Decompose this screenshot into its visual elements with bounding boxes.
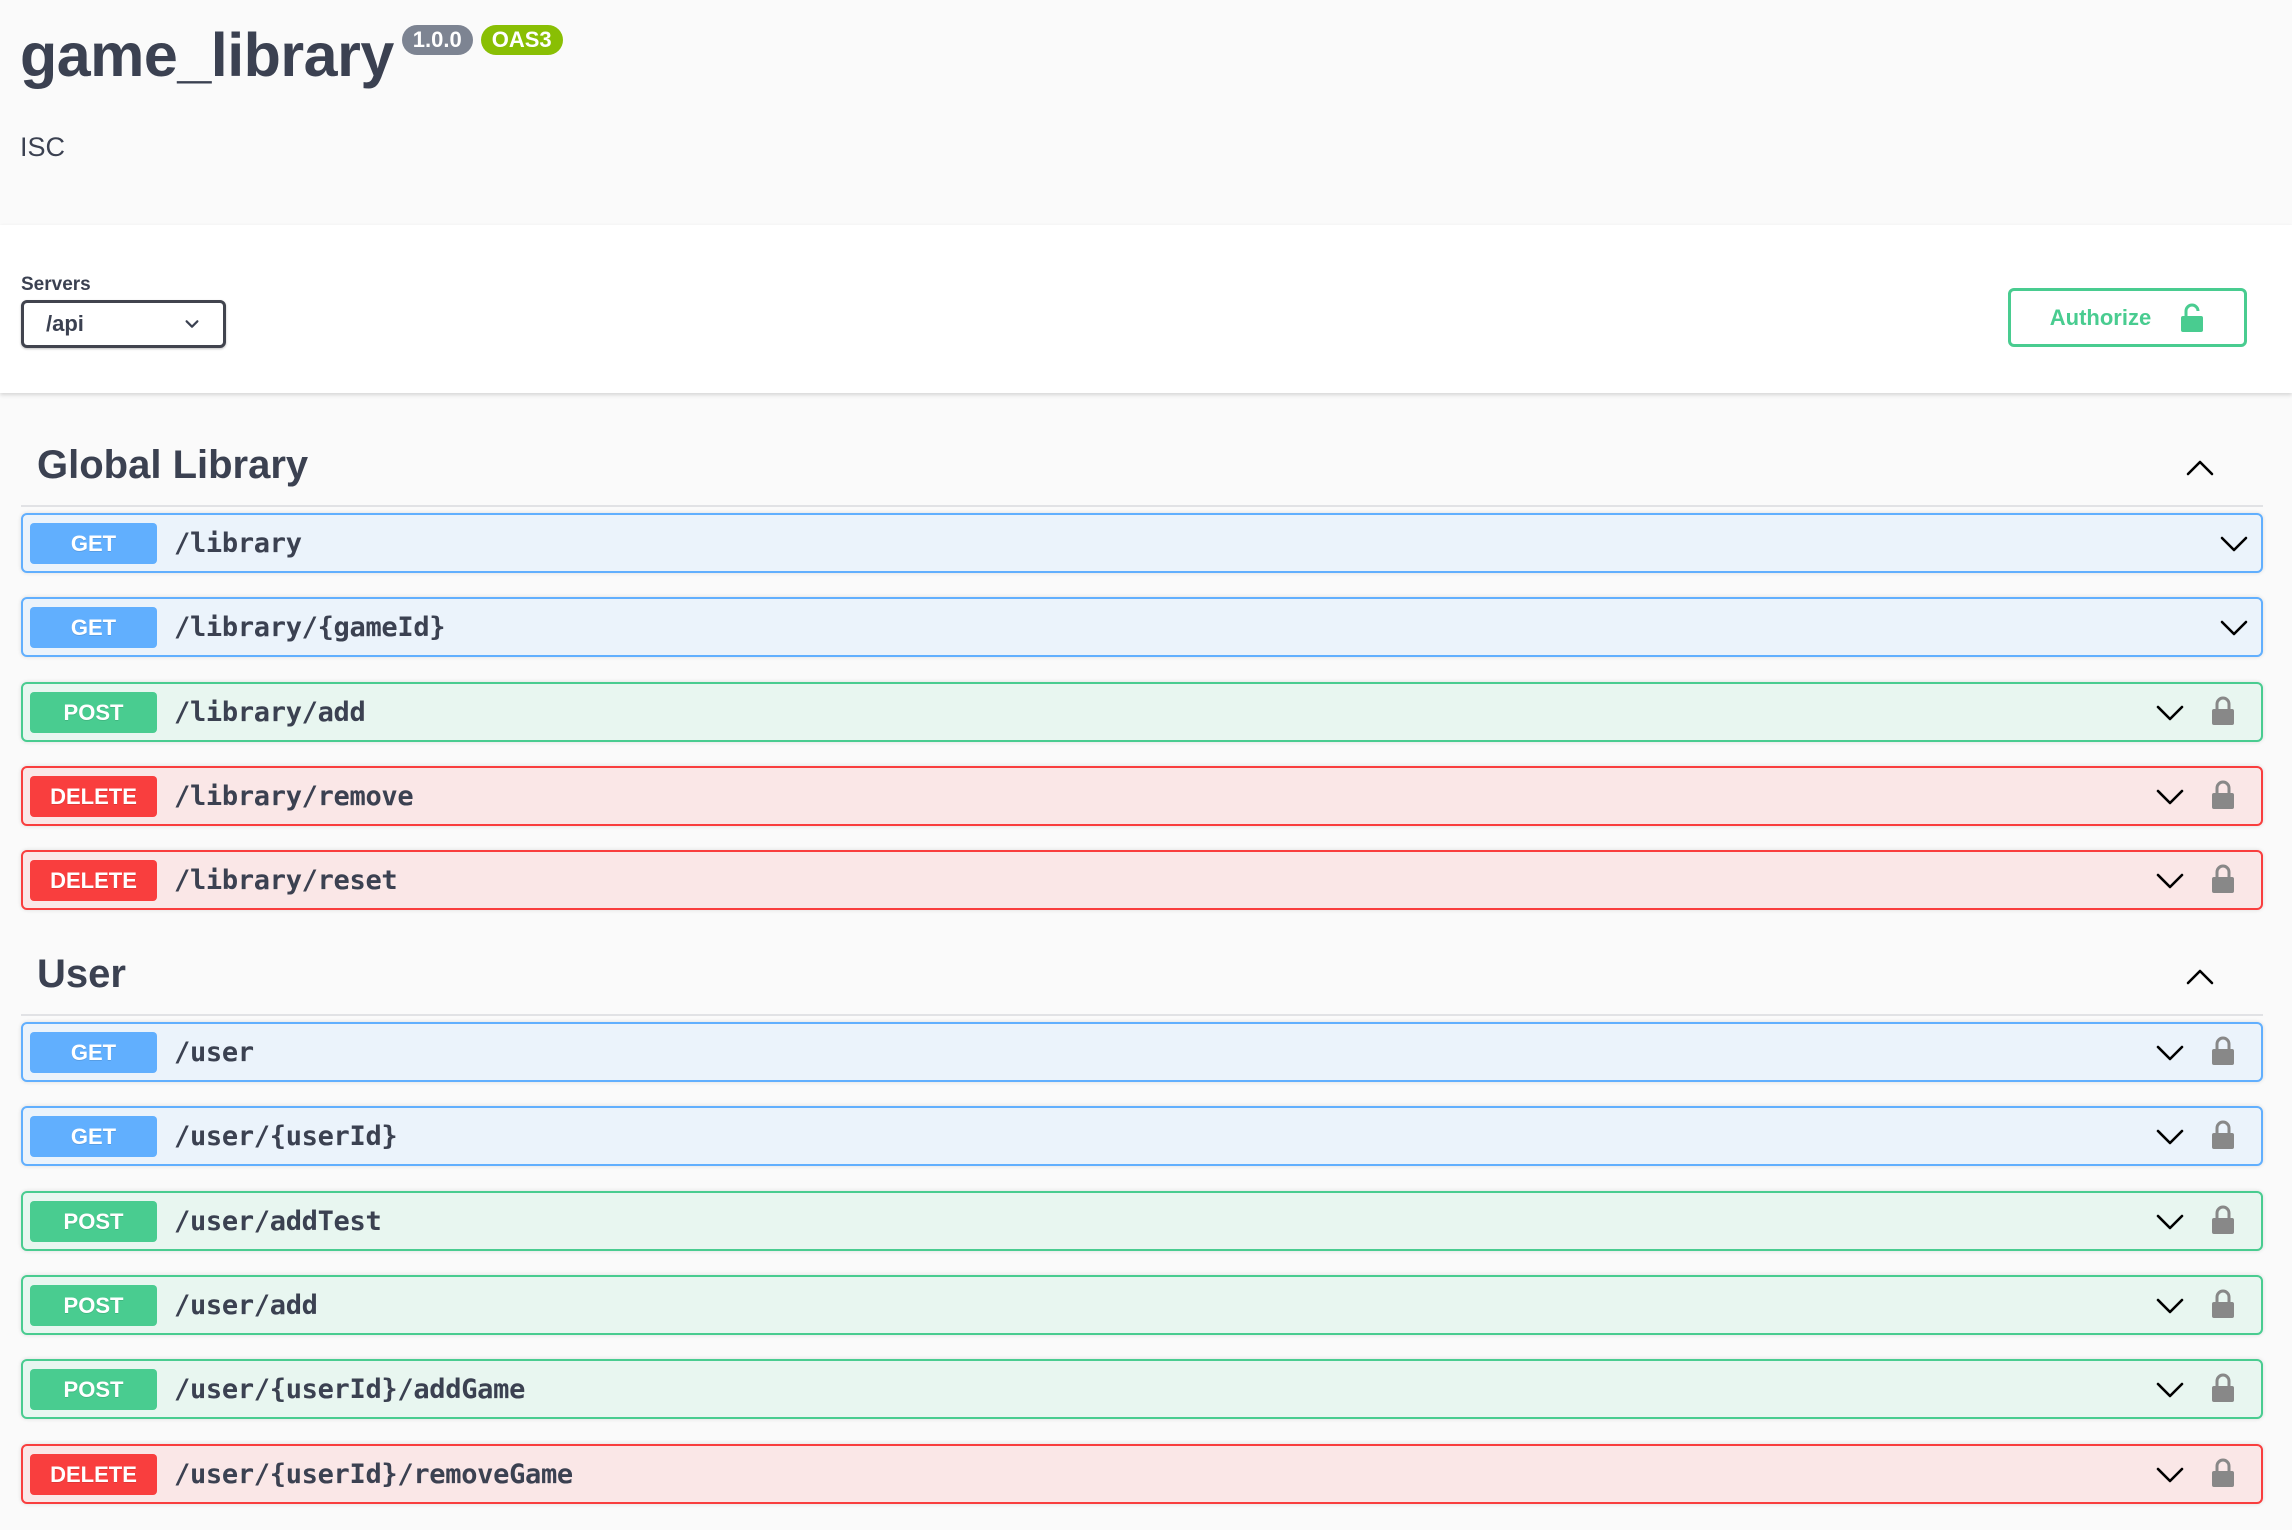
- chevron-down-icon[interactable]: [2155, 1211, 2185, 1233]
- version-badge: 1.0.0: [401, 25, 473, 55]
- operation-path: /user/{userId}: [174, 1121, 398, 1152]
- chevron-down-icon[interactable]: [2155, 1464, 2185, 1486]
- operation-post-user-addtest[interactable]: POST /user/addTest: [21, 1191, 2263, 1251]
- servers-label: Servers: [21, 274, 91, 295]
- chevron-down-icon[interactable]: [2155, 702, 2185, 724]
- operation-path: /library/remove: [174, 781, 414, 812]
- operation-path: /user: [174, 1037, 254, 1068]
- operation-delete-library-remove[interactable]: DELETE /library/remove: [21, 766, 2263, 826]
- operation-path: /library/reset: [174, 865, 398, 896]
- operation-path: /user/{userId}/addGame: [174, 1374, 526, 1405]
- lock-icon[interactable]: [2211, 1372, 2235, 1404]
- authorize-button[interactable]: Authorize: [2008, 288, 2247, 347]
- servers-select[interactable]: /api: [21, 300, 226, 348]
- method-badge: GET: [30, 523, 157, 564]
- chevron-up-icon[interactable]: [2183, 960, 2217, 994]
- license-text: ISC: [20, 132, 66, 162]
- lock-icon[interactable]: [2211, 1035, 2235, 1067]
- operation-post-user-add[interactable]: POST /user/add: [21, 1275, 2263, 1335]
- servers-selected-value: /api: [46, 311, 84, 336]
- tag-title: User: [37, 952, 126, 996]
- operation-post-library-add[interactable]: POST /library/add: [21, 682, 2263, 742]
- operation-get-user-userid[interactable]: GET /user/{userId}: [21, 1106, 2263, 1166]
- operation-delete-user-removegame[interactable]: DELETE /user/{userId}/removeGame: [21, 1444, 2263, 1504]
- chevron-down-icon: [185, 320, 199, 328]
- chevron-down-icon[interactable]: [2155, 1126, 2185, 1148]
- lock-icon[interactable]: [2211, 1288, 2235, 1320]
- tag-header-global-library[interactable]: Global Library: [21, 427, 2263, 507]
- operation-get-library-gameid[interactable]: GET /library/{gameId}: [21, 597, 2263, 657]
- lock-icon[interactable]: [2211, 863, 2235, 895]
- operation-path: /library/add: [174, 697, 366, 728]
- chevron-down-icon[interactable]: [2219, 533, 2249, 555]
- lock-icon[interactable]: [2211, 695, 2235, 727]
- method-badge: DELETE: [30, 776, 157, 817]
- operation-get-user[interactable]: GET /user: [21, 1022, 2263, 1082]
- operation-path: /user/{userId}/removeGame: [174, 1459, 573, 1490]
- method-badge: POST: [30, 1369, 157, 1410]
- info-section: game_library 1.0.0 OAS3 ISC: [0, 0, 2292, 225]
- method-badge: GET: [30, 1032, 157, 1073]
- title-row: game_library 1.0.0 OAS3: [20, 22, 2272, 88]
- lock-icon[interactable]: [2211, 1119, 2235, 1151]
- method-badge: POST: [30, 692, 157, 733]
- method-badge: DELETE: [30, 1454, 157, 1495]
- chevron-down-icon[interactable]: [2155, 870, 2185, 892]
- lock-icon[interactable]: [2211, 1457, 2235, 1489]
- chevron-down-icon[interactable]: [2155, 1042, 2185, 1064]
- method-badge: DELETE: [30, 860, 157, 901]
- chevron-down-icon[interactable]: [2219, 617, 2249, 639]
- operation-path: /user/add: [174, 1290, 318, 1321]
- operation-path: /user/addTest: [174, 1206, 382, 1237]
- method-badge: GET: [30, 1116, 157, 1157]
- chevron-down-icon[interactable]: [2155, 786, 2185, 808]
- method-badge: POST: [30, 1201, 157, 1242]
- method-badge: GET: [30, 607, 157, 648]
- chevron-down-icon[interactable]: [2155, 1379, 2185, 1401]
- operation-delete-library-reset[interactable]: DELETE /library/reset: [21, 850, 2263, 910]
- authorize-label: Authorize: [2049, 304, 2152, 330]
- tag-header-user[interactable]: User: [21, 936, 2263, 1016]
- chevron-down-icon[interactable]: [2155, 1295, 2185, 1317]
- api-title: game_library: [20, 21, 394, 89]
- lock-icon: [2181, 303, 2204, 332]
- operation-get-library[interactable]: GET /library: [21, 513, 2263, 573]
- oas-badge: OAS3: [480, 25, 563, 55]
- lock-icon[interactable]: [2211, 1204, 2235, 1236]
- lock-icon[interactable]: [2211, 779, 2235, 811]
- operation-path: /library: [174, 528, 302, 559]
- operation-path: /library/{gameId}: [174, 612, 446, 643]
- chevron-up-icon[interactable]: [2183, 451, 2217, 485]
- method-badge: POST: [30, 1285, 157, 1326]
- tag-title: Global Library: [37, 443, 309, 487]
- operation-post-user-addgame[interactable]: POST /user/{userId}/addGame: [21, 1359, 2263, 1419]
- scheme-container: Servers /api Authorize: [0, 225, 2292, 393]
